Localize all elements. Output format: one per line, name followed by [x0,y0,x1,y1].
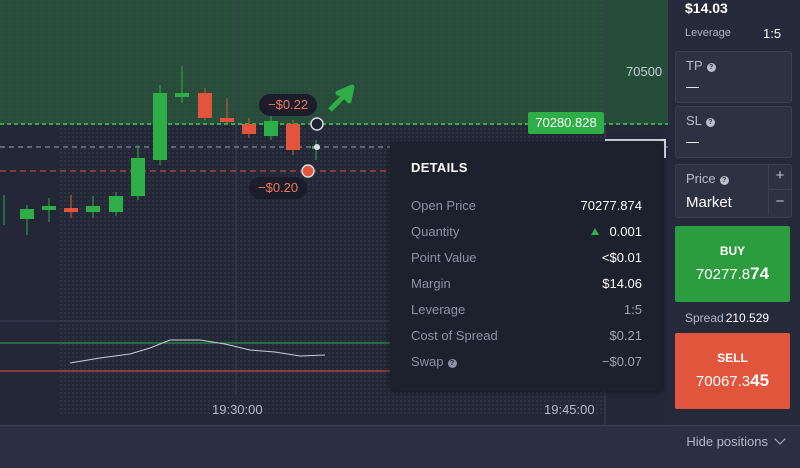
triangle-up-icon [591,228,600,235]
sl-value: — [686,134,699,149]
sl-label: SL [686,113,702,128]
detail-value: <$0.01 [601,250,642,265]
position-details-popup: DETAILS Open Price 70277.874 Quantity 0.… [390,143,662,391]
detail-label: Cost of Spread [411,328,498,343]
detail-label: Margin [411,276,451,291]
tp-pnl-label[interactable]: −$0.22 [259,94,318,116]
spread-value: 210.529 [725,311,770,325]
detail-label: Open Price [411,198,477,213]
detail-label: Swap? [411,352,457,372]
help-icon[interactable]: ? [705,118,715,127]
buy-button[interactable]: BUY 70277.874 [675,226,790,302]
spread-info: Spread 210.529 [685,311,769,325]
details-title: DETAILS [411,160,468,175]
detail-label: Leverage [411,302,466,317]
detail-label: Quantity [411,224,460,239]
detail-value: 0.001 [591,222,642,242]
detail-row-cost-of-spread: Cost of Spread $0.21 [411,326,642,346]
detail-row-quantity: Quantity 0.001 [411,222,642,242]
spread-label: Spread [685,311,724,325]
hide-positions-button[interactable]: Hide positions [686,433,786,449]
positions-bar: Hide positions [0,425,800,468]
take-profit-field[interactable]: TP? — [675,51,792,103]
time-label: 19:45:00 [544,402,595,417]
detail-label: Point Value [411,250,477,265]
trade-panel: $14.03 Leverage 1:5 TP? — SL? — Price? M… [668,0,800,425]
detail-row-swap: Swap? −$0.07 [411,352,642,372]
chevron-down-icon [774,433,786,445]
balance-value: $14.03 [685,0,728,16]
stop-loss-field[interactable]: SL? — [675,106,792,158]
help-icon[interactable]: ? [706,63,716,72]
detail-row-margin: Margin $14.06 [411,274,642,294]
time-label: 19:30:00 [212,402,263,417]
detail-row-leverage: Leverage 1:5 [411,300,642,320]
sell-price: 70067.345 [695,371,770,390]
detail-value: 70277.874 [580,198,642,213]
sl-handle-icon [301,164,315,178]
hide-positions-label: Hide positions [686,434,768,449]
detail-row-point-value: Point Value <$0.01 [411,248,642,268]
tp-value: — [686,79,699,94]
price-label: Price [686,171,716,186]
price-axis-tick: 70500 [626,64,663,79]
help-icon[interactable]: ? [447,359,457,368]
detail-value: $14.06 [602,276,642,291]
plus-button[interactable]: + [768,165,791,190]
price-type-field[interactable]: Price? Market + − [675,164,792,218]
tp-label: TP [686,58,703,73]
sell-button[interactable]: SELL 70067.345 [675,333,790,409]
tp-handle-icon [310,117,324,131]
minus-button[interactable]: − [768,191,791,215]
detail-value: −$0.07 [601,354,642,369]
detail-row-open-price: Open Price 70277.874 [411,196,642,216]
buy-price: 70277.874 [695,264,770,283]
leverage-label: Leverage [685,27,731,39]
detail-value: $0.21 [609,328,642,343]
sell-label: SELL [717,351,748,365]
leverage-value[interactable]: 1:5 [763,26,781,41]
help-icon[interactable]: ? [719,176,729,185]
price-type-value: Market [686,194,732,211]
current-price-tag: 70280.828 [528,112,604,134]
sl-pnl-label[interactable]: −$0.20 [249,177,308,199]
buy-label: BUY [719,244,746,258]
detail-value: 1:5 [623,302,642,317]
